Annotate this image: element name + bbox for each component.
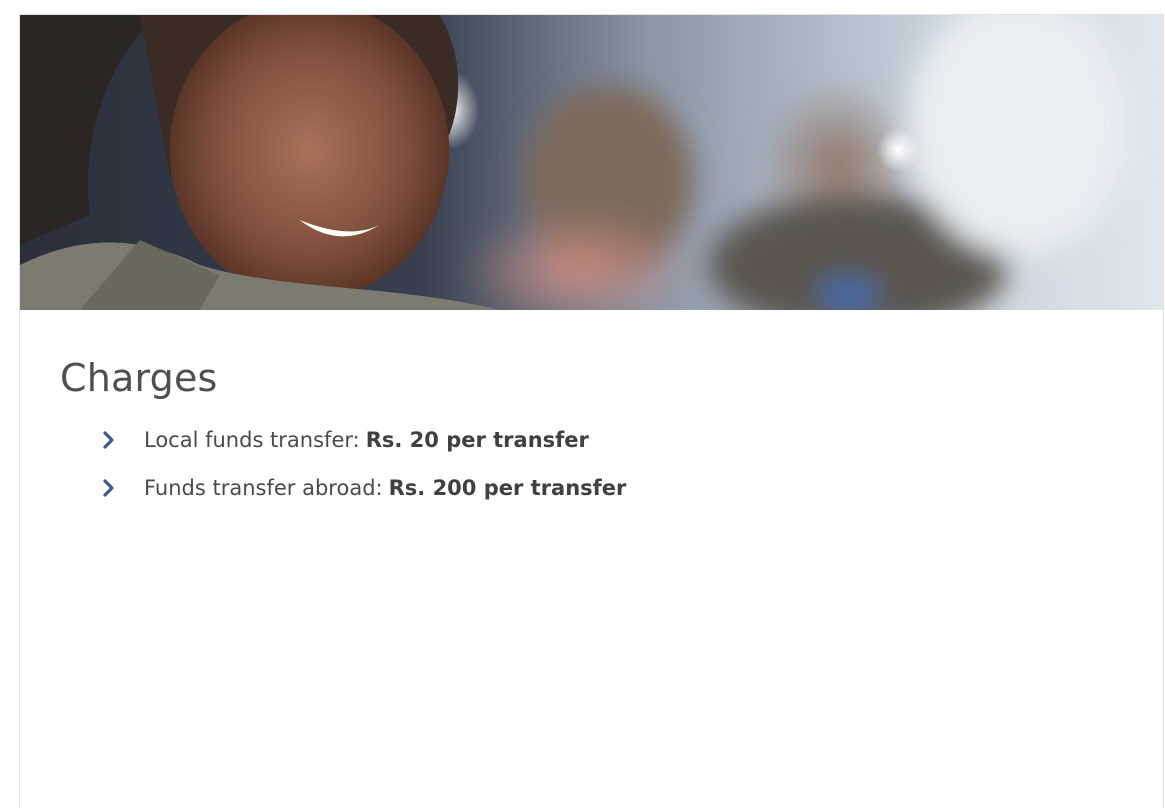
chevron-right-icon: [98, 429, 120, 451]
charge-value: Rs. 200 per transfer: [388, 476, 627, 500]
charges-list: Local funds transfer: Rs. 20 per transfe…: [98, 428, 1123, 500]
content-area: Charges Local funds transfer: Rs. 20 per…: [20, 356, 1163, 500]
charge-value: Rs. 20 per transfer: [365, 428, 589, 452]
hero-photo: [20, 15, 1163, 310]
chevron-right-icon: [98, 477, 120, 499]
hero-banner-image: [20, 15, 1163, 310]
section-title: Charges: [60, 356, 218, 400]
charge-label: Local funds transfer:: [144, 428, 360, 452]
list-item: Local funds transfer: Rs. 20 per transfe…: [98, 428, 1123, 452]
charge-label: Funds transfer abroad:: [144, 476, 383, 500]
charges-card: Charges Local funds transfer: Rs. 20 per…: [19, 14, 1164, 808]
list-item: Funds transfer abroad: Rs. 200 per trans…: [98, 476, 1123, 500]
